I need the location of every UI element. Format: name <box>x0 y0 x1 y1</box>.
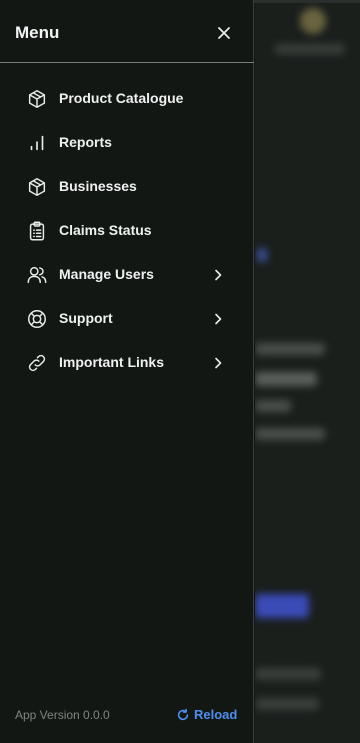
menu-item-label: Claims Status <box>59 222 152 238</box>
close-button[interactable] <box>212 21 236 45</box>
chevron-right-icon <box>215 357 222 369</box>
link-icon <box>28 354 46 372</box>
bar-chart-icon <box>30 135 44 151</box>
menu-item-support[interactable]: Support <box>0 297 254 341</box>
menu-item-businesses[interactable]: Businesses <box>0 165 254 209</box>
background-app-overlay <box>255 0 360 743</box>
drawer-header: Menu <box>0 3 254 63</box>
menu-item-manage-users[interactable]: Manage Users <box>0 253 254 297</box>
drawer-footer: App Version 0.0.0 Reload <box>0 695 254 735</box>
menu-item-claims-status[interactable]: Claims Status <box>0 209 254 253</box>
navigation-drawer: Menu Product Catalogue Reports Businesse… <box>0 0 254 743</box>
menu-item-reports[interactable]: Reports <box>0 121 254 165</box>
menu-item-label: Reports <box>59 134 112 150</box>
close-icon[interactable] <box>212 21 236 45</box>
lifebuoy-icon <box>28 310 46 328</box>
chevron-right-icon <box>215 269 222 281</box>
chevron-right-icon <box>215 313 222 325</box>
box-icon <box>28 90 46 108</box>
menu-item-label: Product Catalogue <box>59 90 184 106</box>
menu-item-label: Support <box>59 310 113 326</box>
refresh-icon <box>177 708 189 721</box>
drawer-title: Menu <box>15 23 60 42</box>
box-icon <box>28 178 46 196</box>
menu-item-important-links[interactable]: Important Links <box>0 341 254 385</box>
menu-item-label: Important Links <box>59 354 165 370</box>
menu-item-product-catalogue[interactable]: Product Catalogue <box>0 77 254 121</box>
menu-item-label: Manage Users <box>59 266 154 282</box>
users-icon <box>27 266 47 284</box>
clipboard-icon <box>29 221 45 241</box>
menu-item-label: Businesses <box>59 178 137 194</box>
app-version-text: App Version 0.0.0 <box>15 708 110 722</box>
reload-label: Reload <box>194 707 238 722</box>
